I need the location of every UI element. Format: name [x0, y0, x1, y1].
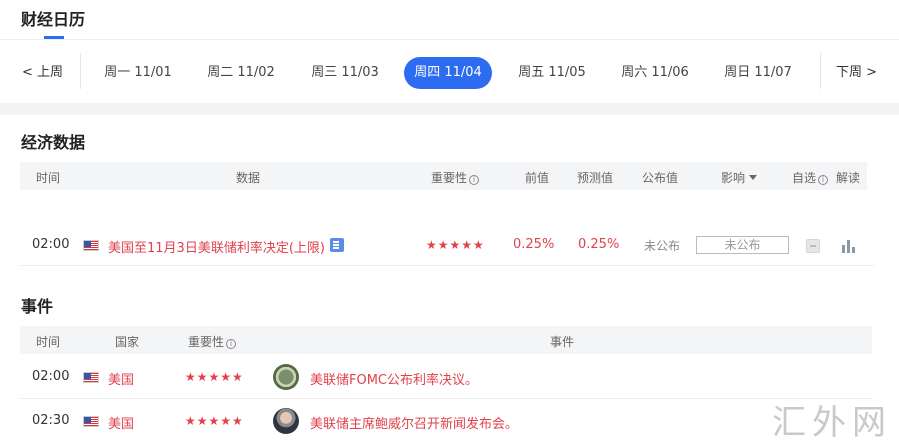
day-tab-fri[interactable]: 周五 11/05 [514, 57, 590, 89]
week-navigation: < 上周 周一 11/01 周二 11/02 周三 11/03 周四 11/04… [0, 41, 899, 101]
detail-doc-icon[interactable] [330, 238, 344, 252]
info-icon[interactable]: i [818, 175, 829, 185]
day-tab-mon[interactable]: 周一 11/01 [100, 57, 176, 89]
col-time: 时间 [36, 171, 61, 185]
col-impact[interactable]: 影响 [721, 169, 758, 186]
importance-stars: ★★★★★ [185, 370, 244, 384]
caret-down-icon [749, 175, 758, 180]
day-tab-tue[interactable]: 周二 11/02 [203, 57, 279, 89]
row-time: 02:00 [32, 369, 70, 384]
day-tab-thu[interactable]: 周四 11/04 [404, 57, 492, 89]
col-importance-label: 重要性 [431, 171, 468, 185]
info-icon[interactable]: i [226, 339, 237, 349]
row-time: 02:30 [32, 413, 70, 428]
watch-toggle-button[interactable] [806, 239, 820, 253]
chevron-right-icon: > [866, 65, 878, 80]
col-importance: 重要性 i [188, 333, 237, 350]
row-divider [20, 265, 875, 266]
row-actual: 未公布 [644, 239, 681, 253]
page-header: 财经日历 [0, 0, 899, 40]
impact-box: 未公布 [696, 236, 789, 254]
col-watch-label: 自选 [792, 171, 817, 185]
page-title: 财经日历 [21, 10, 86, 29]
row-country: 美国 [108, 373, 135, 388]
col-actual: 公布值 [642, 171, 679, 185]
col-importance-label: 重要性 [188, 335, 225, 349]
us-flag-icon [83, 240, 99, 251]
col-impact-label: 影响 [721, 171, 746, 185]
us-flag-icon [83, 372, 99, 383]
importance-stars: ★★★★★ [426, 238, 485, 252]
col-data: 数据 [236, 171, 261, 185]
row-indicator-name[interactable]: 美国至11月3日美联储利率决定(上限) [108, 237, 325, 256]
row-country: 美国 [108, 417, 135, 432]
col-time: 时间 [36, 335, 61, 349]
us-flag-icon [83, 416, 99, 427]
bar-chart-icon[interactable] [842, 239, 856, 253]
col-forecast: 预测值 [577, 171, 614, 185]
section-gap [0, 103, 899, 115]
row-divider [20, 398, 872, 399]
events-table-header: 时间 国家 重要性 i 事件 [20, 326, 872, 354]
event-text[interactable]: 美联储FOMC公布利率决议。 [310, 369, 478, 388]
row-time: 02:00 [32, 237, 70, 252]
col-country: 国家 [115, 335, 140, 349]
info-icon[interactable]: i [469, 175, 480, 185]
next-week-button[interactable]: 下周 > [836, 61, 877, 80]
prev-week-label: 上周 [37, 65, 64, 80]
divider [820, 53, 821, 89]
day-tab-sun[interactable]: 周日 11/07 [720, 57, 796, 89]
col-interpret: 解读 [836, 171, 861, 185]
next-week-label: 下周 [836, 65, 863, 80]
speaker-avatar [273, 408, 299, 434]
importance-stars: ★★★★★ [185, 414, 244, 428]
day-tab-sat[interactable]: 周六 11/06 [617, 57, 693, 89]
fed-seal-icon [273, 364, 299, 390]
chevron-left-icon: < [22, 65, 33, 80]
economic-table-header: 时间 数据 重要性 i 前值 预测值 公布值 影响 自选 i 解读 [20, 162, 867, 190]
col-watch: 自选 i [792, 169, 829, 186]
event-text[interactable]: 美联储主席鲍威尔召开新闻发布会。 [310, 413, 518, 432]
row-forecast: 0.25% [578, 237, 620, 252]
col-event: 事件 [550, 335, 575, 349]
day-tab-wed[interactable]: 周三 11/03 [307, 57, 383, 89]
row-previous: 0.25% [513, 237, 555, 252]
events-title: 事件 [21, 297, 54, 316]
col-importance: 重要性 i [431, 169, 480, 186]
divider [80, 53, 81, 89]
watermark-logo: 汇外网 [772, 403, 892, 443]
title-underline [44, 36, 64, 39]
prev-week-button[interactable]: < 上周 [22, 61, 63, 80]
col-previous: 前值 [525, 171, 550, 185]
economic-data-title: 经济数据 [21, 133, 86, 152]
